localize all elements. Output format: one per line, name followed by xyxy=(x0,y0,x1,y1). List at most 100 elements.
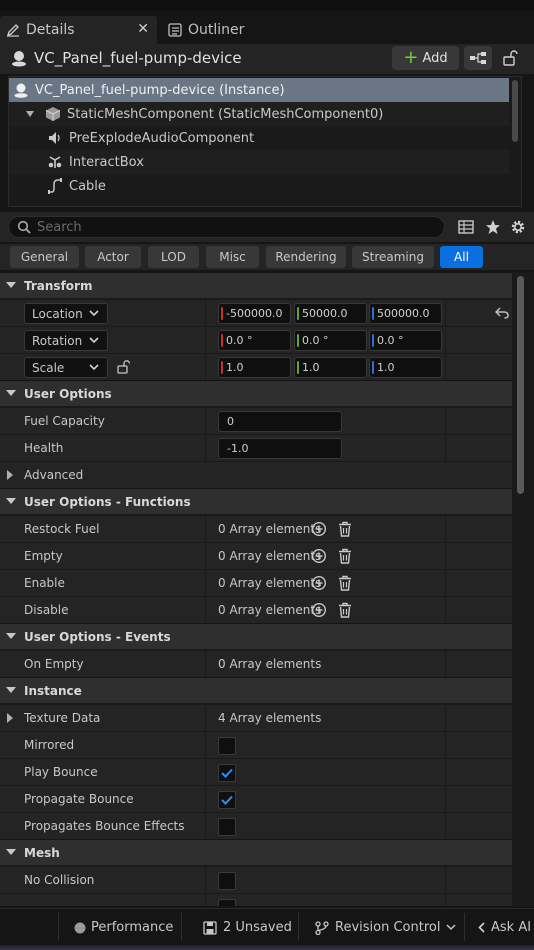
field-value: 1.0 xyxy=(302,361,320,374)
propagates-bounce-effects-row: Propagates Bounce Effects xyxy=(0,812,512,840)
scale-mode-dropdown[interactable]: Scale xyxy=(24,357,108,378)
scale-z-field[interactable]: 1.0 xyxy=(369,357,442,378)
search-box[interactable] xyxy=(8,216,445,238)
fuel-capacity-field[interactable]: 0 xyxy=(218,411,342,432)
tab-details[interactable]: Details ✕ xyxy=(0,16,157,44)
scrollbar-thumb[interactable] xyxy=(517,276,524,494)
star-icon[interactable] xyxy=(485,219,501,235)
tree-item-interact-box[interactable]: InteractBox xyxy=(9,150,509,174)
rotation-x-field[interactable]: 0.0 ° xyxy=(218,330,291,351)
interact-box-icon xyxy=(47,154,69,170)
chevron-down-icon[interactable] xyxy=(25,110,41,118)
trash-icon[interactable] xyxy=(337,548,353,564)
blueprint-button[interactable] xyxy=(464,46,492,70)
performance-icon xyxy=(74,922,86,934)
disable-row: Disable 0 Array elements xyxy=(0,596,512,624)
search-row xyxy=(0,212,534,242)
scale-x-field[interactable]: 1.0 xyxy=(218,357,291,378)
property-label: On Empty xyxy=(24,657,84,671)
filter-general[interactable]: General xyxy=(10,246,79,268)
unlock-icon[interactable] xyxy=(502,50,518,66)
add-element-icon[interactable] xyxy=(311,548,327,564)
unlock-icon[interactable] xyxy=(117,360,131,374)
section-user-options[interactable]: User Options xyxy=(0,380,512,406)
revision-control-button[interactable]: Revision Control xyxy=(315,909,456,946)
propagate-bounce-checkbox[interactable] xyxy=(218,791,236,809)
on-empty-row: On Empty 0 Array elements xyxy=(0,650,512,678)
tree-item-instance[interactable]: VC_Panel_fuel-pump-device (Instance) xyxy=(9,78,509,102)
section-user-options-events[interactable]: User Options - Events xyxy=(0,623,512,649)
advanced-row[interactable]: Advanced xyxy=(0,461,512,488)
ask-ai-label: Ask AI xyxy=(491,920,532,935)
property-label: Health xyxy=(24,441,64,455)
array-count: 4 Array elements xyxy=(218,711,322,725)
filter-rendering[interactable]: Rendering xyxy=(266,246,346,268)
ask-ai-button[interactable]: Ask AI xyxy=(478,909,531,946)
scale-y-field[interactable]: 1.0 xyxy=(294,357,367,378)
trash-icon[interactable] xyxy=(337,602,353,618)
rotation-mode-dropdown[interactable]: Rotation xyxy=(24,330,108,351)
tab-outliner[interactable]: Outliner xyxy=(164,16,284,44)
close-icon[interactable]: ✕ xyxy=(137,21,149,37)
checkmark-icon xyxy=(221,795,233,805)
location-y-field[interactable]: 50000.0 xyxy=(294,303,367,324)
tree-item-cable[interactable]: Cable xyxy=(9,174,509,198)
rotation-y-field[interactable]: 0.0 ° xyxy=(294,330,367,351)
filter-actor[interactable]: Actor xyxy=(85,246,141,268)
cable-icon xyxy=(47,178,69,194)
tab-details-label: Details xyxy=(26,22,75,38)
add-element-icon[interactable] xyxy=(311,521,327,537)
section-title: User Options - Functions xyxy=(24,494,191,509)
add-element-icon[interactable] xyxy=(311,575,327,591)
trash-icon[interactable] xyxy=(337,575,353,591)
location-z-field[interactable]: 500000.0 xyxy=(369,303,442,324)
pencil-icon xyxy=(6,23,26,37)
chevron-right-icon[interactable] xyxy=(7,713,14,723)
performance-button[interactable]: Performance xyxy=(74,909,173,946)
branch-icon xyxy=(315,920,329,935)
section-user-options-functions[interactable]: User Options - Functions xyxy=(0,488,512,514)
property-label: Propagates Bounce Effects xyxy=(24,819,185,833)
location-x-field[interactable]: -500000.0 xyxy=(218,303,291,324)
partial-checkbox[interactable] xyxy=(218,899,236,906)
field-value: 1.0 xyxy=(377,361,395,374)
trash-icon[interactable] xyxy=(337,521,353,537)
plus-icon: + xyxy=(403,47,419,68)
revision-control-label: Revision Control xyxy=(335,920,441,935)
x-axis-bar xyxy=(221,334,223,347)
unsaved-button[interactable]: 2 Unsaved xyxy=(203,909,292,946)
filter-all[interactable]: All xyxy=(440,246,483,268)
tree-item-audio[interactable]: PreExplodeAudioComponent xyxy=(9,126,509,150)
filter-misc[interactable]: Misc xyxy=(206,246,259,268)
chevron-right-icon[interactable] xyxy=(7,470,14,480)
status-bar: Performance 2 Unsaved Revision Control A… xyxy=(0,908,534,945)
search-input[interactable] xyxy=(37,219,417,235)
gear-icon[interactable] xyxy=(510,219,526,235)
tree-scrollbar[interactable] xyxy=(512,80,518,142)
reset-arrow-icon[interactable] xyxy=(495,307,509,319)
section-instance[interactable]: Instance xyxy=(0,677,512,703)
add-element-icon[interactable] xyxy=(311,602,327,618)
no-collision-checkbox[interactable] xyxy=(218,872,236,890)
unsaved-label: 2 Unsaved xyxy=(223,920,292,935)
play-bounce-checkbox[interactable] xyxy=(218,764,236,782)
section-transform[interactable]: Transform xyxy=(0,272,512,298)
add-component-button[interactable]: + Add xyxy=(392,46,459,70)
location-mode-dropdown[interactable]: Location xyxy=(24,303,108,324)
propagates-bounce-effects-checkbox[interactable] xyxy=(218,818,236,836)
y-axis-bar xyxy=(297,334,299,347)
mirrored-checkbox[interactable] xyxy=(218,737,236,755)
details-scrollbar[interactable] xyxy=(512,272,534,906)
tree-item-static-mesh[interactable]: StaticMeshComponent (StaticMeshComponent… xyxy=(9,102,509,126)
filter-streaming[interactable]: Streaming xyxy=(352,246,434,268)
property-label: Fuel Capacity xyxy=(24,414,105,428)
rotation-z-field[interactable]: 0.0 ° xyxy=(369,330,442,351)
table-view-icon[interactable] xyxy=(458,219,474,235)
section-mesh[interactable]: Mesh xyxy=(0,839,512,865)
filter-lod[interactable]: LOD xyxy=(148,246,199,268)
fuel-capacity-row: Fuel Capacity 0 xyxy=(0,407,512,435)
health-field[interactable]: -1.0 xyxy=(218,438,342,459)
dropdown-label: Location xyxy=(32,306,83,321)
field-value: 1.0 xyxy=(226,361,244,374)
property-label: Mirrored xyxy=(24,738,75,752)
